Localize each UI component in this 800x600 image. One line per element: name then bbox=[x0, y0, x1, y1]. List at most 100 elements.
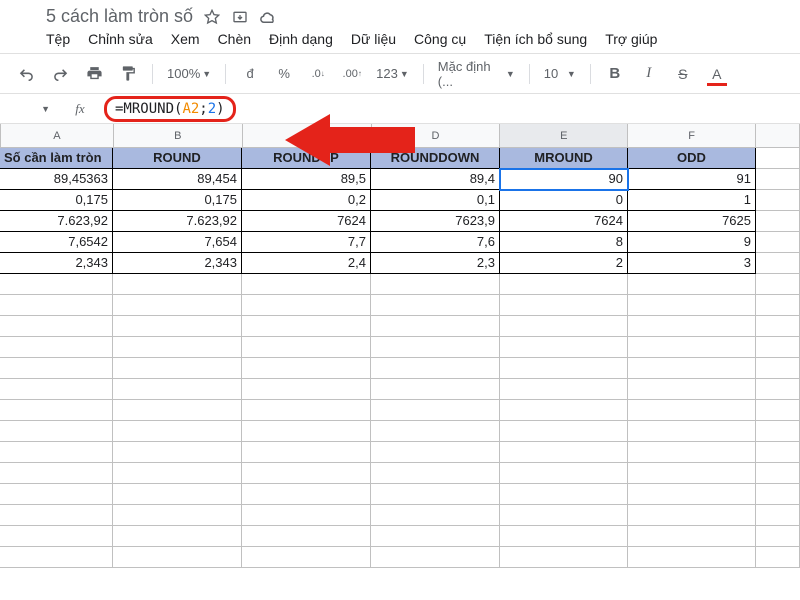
cell[interactable] bbox=[0, 379, 113, 400]
menu-insert[interactable]: Chèn bbox=[218, 31, 251, 47]
cell[interactable] bbox=[500, 337, 628, 358]
name-box[interactable]: ▼ bbox=[0, 104, 60, 114]
cell[interactable] bbox=[628, 337, 756, 358]
cell[interactable] bbox=[628, 358, 756, 379]
cell[interactable] bbox=[113, 400, 242, 421]
cell[interactable] bbox=[113, 484, 242, 505]
cell[interactable] bbox=[113, 295, 242, 316]
font-select[interactable]: Mặc định (... ▼ bbox=[434, 59, 519, 89]
cell[interactable] bbox=[371, 484, 500, 505]
cell[interactable] bbox=[371, 274, 500, 295]
cell[interactable] bbox=[756, 526, 800, 547]
cell[interactable] bbox=[242, 337, 371, 358]
cell[interactable] bbox=[756, 211, 800, 232]
cell[interactable]: 7,6542 bbox=[0, 232, 113, 253]
cell[interactable] bbox=[756, 400, 800, 421]
menu-edit[interactable]: Chỉnh sửa bbox=[88, 31, 153, 47]
cell[interactable] bbox=[371, 379, 500, 400]
cell[interactable] bbox=[113, 442, 242, 463]
cell[interactable] bbox=[628, 400, 756, 421]
cell[interactable]: 0,1 bbox=[371, 190, 500, 211]
cell[interactable]: 89,45363 bbox=[0, 169, 113, 190]
cell[interactable] bbox=[756, 484, 800, 505]
cell[interactable] bbox=[628, 505, 756, 526]
cell[interactable] bbox=[628, 316, 756, 337]
cell[interactable] bbox=[242, 358, 371, 379]
cell[interactable]: 7.623,92 bbox=[113, 211, 242, 232]
cell[interactable] bbox=[500, 463, 628, 484]
col-header-b[interactable]: B bbox=[114, 124, 243, 147]
menu-view[interactable]: Xem bbox=[171, 31, 200, 47]
cell[interactable] bbox=[113, 421, 242, 442]
spreadsheet-grid[interactable]: A B C D E F Số cần làm tròn ROUND ROUNDU… bbox=[0, 124, 800, 568]
cell[interactable] bbox=[113, 358, 242, 379]
cell[interactable] bbox=[0, 337, 113, 358]
cell[interactable] bbox=[242, 316, 371, 337]
cell[interactable] bbox=[756, 505, 800, 526]
col-header-e[interactable]: E bbox=[500, 124, 628, 147]
increase-decimal-button[interactable]: .00↑ bbox=[338, 60, 366, 88]
cell[interactable] bbox=[628, 379, 756, 400]
col-header-a[interactable]: A bbox=[1, 124, 114, 147]
cloud-icon[interactable] bbox=[259, 8, 277, 26]
cell[interactable]: 2,343 bbox=[113, 253, 242, 274]
cell[interactable] bbox=[371, 421, 500, 442]
cell[interactable]: 3 bbox=[628, 253, 756, 274]
cell[interactable] bbox=[0, 274, 113, 295]
percent-button[interactable]: % bbox=[270, 60, 298, 88]
more-formats-button[interactable]: 123 ▼ bbox=[372, 66, 413, 81]
move-icon[interactable] bbox=[231, 8, 249, 26]
cell[interactable] bbox=[628, 547, 756, 568]
cell[interactable]: 1 bbox=[628, 190, 756, 211]
doc-title[interactable]: 5 cách làm tròn số bbox=[46, 6, 193, 27]
bold-button[interactable]: B bbox=[601, 60, 629, 88]
cell[interactable] bbox=[756, 190, 800, 211]
col-header-g[interactable] bbox=[756, 124, 800, 147]
cell[interactable] bbox=[756, 421, 800, 442]
cell[interactable] bbox=[242, 505, 371, 526]
cell[interactable] bbox=[371, 547, 500, 568]
font-size-select[interactable]: 10 ▼ bbox=[540, 66, 580, 81]
menu-format[interactable]: Định dạng bbox=[269, 31, 333, 47]
cell[interactable] bbox=[756, 274, 800, 295]
cell[interactable] bbox=[500, 505, 628, 526]
cell[interactable] bbox=[242, 274, 371, 295]
cell[interactable] bbox=[756, 379, 800, 400]
zoom-select[interactable]: 100% ▼ bbox=[163, 66, 215, 81]
cell[interactable] bbox=[756, 358, 800, 379]
cell[interactable]: 9 bbox=[628, 232, 756, 253]
cell[interactable] bbox=[628, 442, 756, 463]
cell[interactable]: 7,7 bbox=[242, 232, 371, 253]
cell[interactable] bbox=[371, 463, 500, 484]
cell[interactable] bbox=[628, 484, 756, 505]
header-cell[interactable]: ODD bbox=[628, 148, 756, 169]
cell[interactable] bbox=[0, 421, 113, 442]
menu-data[interactable]: Dữ liệu bbox=[351, 31, 396, 47]
col-header-f[interactable]: F bbox=[628, 124, 756, 147]
currency-button[interactable]: đ bbox=[236, 60, 264, 88]
cell[interactable] bbox=[242, 421, 371, 442]
cell[interactable] bbox=[242, 400, 371, 421]
cell[interactable]: 89,5 bbox=[242, 169, 371, 190]
cell[interactable] bbox=[500, 295, 628, 316]
cell[interactable] bbox=[0, 463, 113, 484]
cell[interactable]: 2,3 bbox=[371, 253, 500, 274]
cell[interactable]: 7623,9 bbox=[371, 211, 500, 232]
cell[interactable] bbox=[0, 547, 113, 568]
cell[interactable] bbox=[500, 484, 628, 505]
cell[interactable] bbox=[242, 484, 371, 505]
cell[interactable]: 89,4 bbox=[371, 169, 500, 190]
cell[interactable] bbox=[113, 316, 242, 337]
cell[interactable]: 7625 bbox=[628, 211, 756, 232]
decrease-decimal-button[interactable]: .0↓ bbox=[304, 60, 332, 88]
redo-icon[interactable] bbox=[46, 60, 74, 88]
header-cell[interactable]: MROUND bbox=[500, 148, 628, 169]
cell[interactable] bbox=[0, 442, 113, 463]
cell[interactable] bbox=[113, 379, 242, 400]
cell[interactable] bbox=[628, 421, 756, 442]
cell[interactable] bbox=[628, 295, 756, 316]
menu-addons[interactable]: Tiện ích bổ sung bbox=[484, 31, 587, 47]
cell[interactable] bbox=[500, 358, 628, 379]
cell[interactable]: 8 bbox=[500, 232, 628, 253]
cell[interactable] bbox=[0, 505, 113, 526]
